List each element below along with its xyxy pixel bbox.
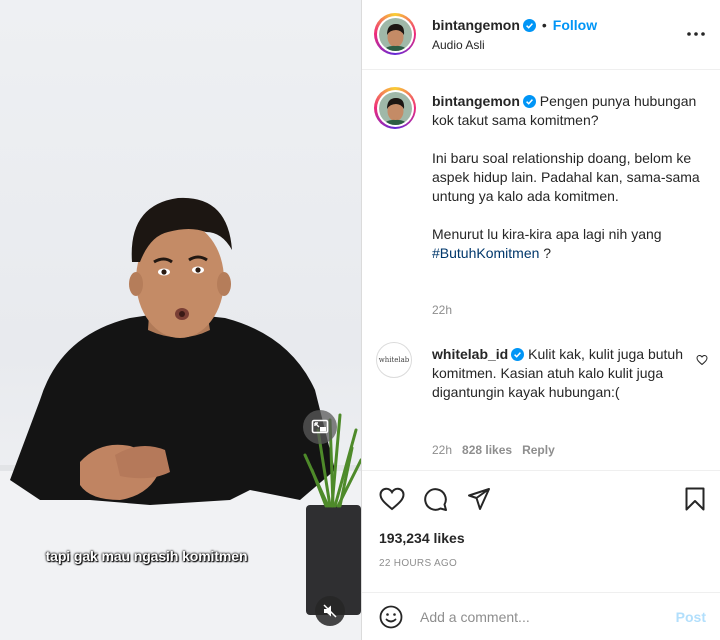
caption-username[interactable]: bintangemon bbox=[432, 93, 520, 109]
caption-paragraph-3: Menurut lu kira-kira apa lagi nih yang bbox=[432, 226, 662, 242]
heart-icon bbox=[696, 354, 708, 366]
caption-text: bintangemon Pengen punya hubungan kok ta… bbox=[432, 92, 702, 282]
video-subtitle: tapi gak mau ngasih komitmen bbox=[45, 548, 248, 564]
comment-like-button[interactable] bbox=[696, 353, 708, 371]
video-frame-illustration bbox=[0, 197, 361, 640]
comment-meta: 22h 828 likes Reply bbox=[432, 443, 565, 457]
emoji-icon bbox=[379, 605, 403, 629]
author-avatar[interactable] bbox=[374, 13, 416, 55]
comment-icon bbox=[424, 488, 447, 511]
reply-button[interactable]: Reply bbox=[522, 443, 555, 457]
author-username[interactable]: bintangemon bbox=[432, 17, 520, 33]
picture-in-picture-button[interactable] bbox=[303, 410, 337, 444]
comment-likes-count[interactable]: 828 likes bbox=[462, 443, 512, 457]
post-header: bintangemon • Follow Audio Asli bbox=[362, 0, 720, 70]
picture-in-picture-icon bbox=[311, 419, 329, 434]
speaker-muted-icon bbox=[323, 604, 337, 618]
audio-label[interactable]: Audio Asli bbox=[432, 38, 485, 52]
share-icon bbox=[468, 488, 490, 510]
emoji-button[interactable] bbox=[379, 605, 403, 634]
hashtag-link[interactable]: #ButuhKomitmen bbox=[432, 245, 539, 261]
comment-text-block: whitelab_id Kulit kak, kulit juga butuh … bbox=[432, 345, 687, 402]
share-button[interactable] bbox=[467, 487, 491, 516]
separator-dot: • bbox=[541, 17, 547, 33]
commenter-avatar[interactable]: whitelab bbox=[376, 342, 412, 378]
post-side-panel: bintangemon • Follow Audio Asli bintangemo… bbox=[362, 0, 720, 640]
add-comment-bar: Post bbox=[362, 592, 720, 640]
verified-badge-icon bbox=[522, 19, 536, 32]
bookmark-icon bbox=[685, 487, 705, 511]
post-comment-button[interactable]: Post bbox=[676, 609, 706, 625]
mute-toggle-button[interactable] bbox=[315, 596, 345, 626]
caption-author-avatar[interactable] bbox=[374, 87, 416, 129]
post-likes-count[interactable]: 193,234 likes bbox=[379, 530, 465, 546]
post-timestamp[interactable]: 22 HOURS AGO bbox=[379, 558, 457, 569]
caption-paragraph-3-end: ? bbox=[539, 245, 552, 261]
action-bar bbox=[362, 470, 720, 528]
caption-timestamp[interactable]: 22h bbox=[432, 303, 452, 317]
comment-timestamp[interactable]: 22h bbox=[432, 443, 452, 457]
follow-button[interactable]: Follow bbox=[553, 17, 597, 33]
comment-input[interactable] bbox=[420, 605, 650, 629]
more-options-button[interactable] bbox=[686, 24, 706, 49]
commenter-username[interactable]: whitelab_id bbox=[432, 346, 508, 362]
video-player[interactable]: tapi gak mau ngasih komitmen bbox=[0, 0, 361, 640]
more-options-icon bbox=[687, 32, 705, 36]
heart-icon bbox=[379, 487, 405, 511]
verified-badge-icon bbox=[511, 348, 525, 361]
verified-badge-icon bbox=[522, 95, 536, 108]
save-button[interactable] bbox=[684, 487, 706, 516]
caption-paragraph-2: Ini baru soal relationship doang, belom … bbox=[432, 150, 700, 204]
like-button[interactable] bbox=[379, 487, 405, 516]
comment-button[interactable] bbox=[423, 487, 448, 517]
